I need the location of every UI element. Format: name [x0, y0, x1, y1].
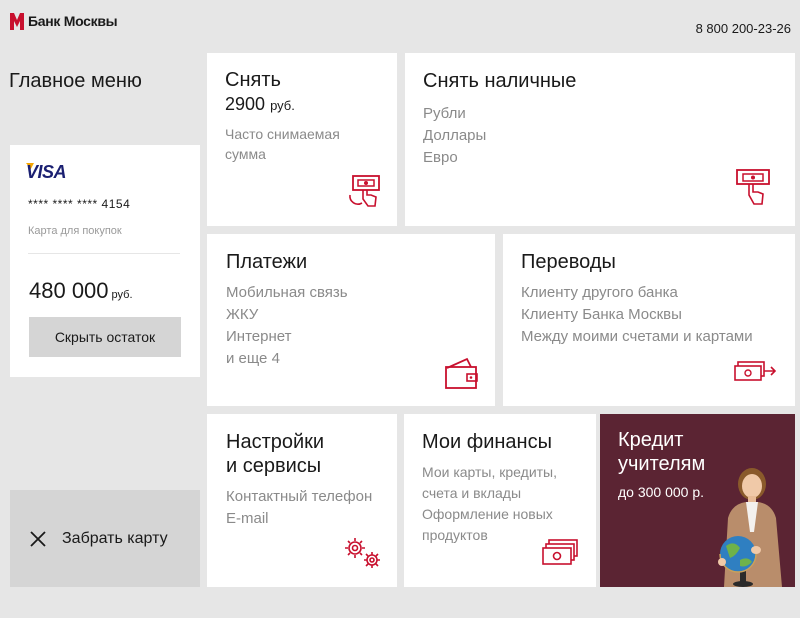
teacher-with-globe-image [718, 468, 782, 587]
payments-item: Мобильная связь [226, 284, 348, 301]
support-phone: 8 800 200-23-26 [695, 21, 791, 36]
my-finances-title: Мои финансы [422, 431, 552, 453]
bank-logo-text: Банк Москвы [28, 13, 118, 29]
quick-withdraw-currency: руб. [270, 98, 295, 113]
quick-withdraw-amount: 2900 руб. [225, 92, 295, 118]
transfers-tile[interactable]: Переводы Клиенту другого банка Клиенту Б… [503, 234, 795, 406]
settings-item: Контактный телефон [226, 488, 373, 505]
gears-icon [345, 538, 380, 568]
payments-item: Интернет [226, 328, 292, 345]
quick-withdraw-title: Снять [225, 69, 281, 91]
my-finances-item: продуктов [422, 527, 488, 543]
payments-item: и еще 4 [226, 350, 280, 367]
my-finances-tile[interactable]: Мои финансы Мои карты, кредиты, счета и … [404, 414, 596, 587]
settings-title: Настройки и сервисы [226, 430, 324, 478]
card-balance: 480 000 руб. [29, 278, 133, 304]
bank-logo: Банк Москвы [10, 12, 118, 30]
payments-list: Мобильная связь ЖКУ Интернет и еще 4 [226, 282, 348, 370]
wallet-icon [445, 357, 478, 389]
settings-tile[interactable]: Настройки и сервисы Контактный телефон E… [207, 414, 397, 587]
settings-item: E-mail [226, 510, 269, 527]
withdraw-cash-tile[interactable]: Снять наличные Рубли Доллары Евро [405, 53, 795, 226]
quick-withdraw-tile[interactable]: Снять 2900 руб. Часто снимаемая сумма [207, 53, 397, 226]
close-icon [30, 530, 46, 547]
visa-logo: VISA [26, 162, 67, 182]
card-type: Карта для покупок [28, 225, 122, 237]
card-number: **** **** **** 4154 [28, 197, 131, 211]
quick-withdraw-value: 2900 [225, 94, 266, 114]
page-title: Главное меню [9, 70, 142, 92]
hide-balance-button[interactable]: Скрыть остаток [29, 317, 181, 357]
settings-title-line: Настройки [226, 431, 325, 453]
withdraw-cash-list: Рубли Доллары Евро [423, 103, 486, 169]
money-transfer-icon [734, 361, 777, 381]
withdraw-cash-item: Рубли [423, 105, 466, 122]
transfers-list: Клиенту другого банка Клиенту Банка Моск… [521, 282, 753, 348]
withdraw-cash-item: Доллары [423, 127, 487, 144]
eject-card-button[interactable]: Забрать карту [10, 490, 200, 587]
transfers-title: Переводы [521, 251, 616, 273]
atm-cash-icon [349, 175, 380, 207]
balance-amount: 480 000 [29, 278, 109, 303]
my-finances-item: счета и вклады [422, 485, 522, 501]
quick-withdraw-sub-line: сумма [225, 146, 266, 162]
credit-promo-title: Кредит учителям [618, 428, 705, 476]
my-finances-item: Оформление новых [422, 506, 553, 522]
bank-logo-icon [10, 13, 24, 30]
settings-title-line: и сервисы [226, 455, 322, 477]
credit-promo-subtitle: до 300 000 р. [618, 484, 705, 500]
teacher-credit-promo-tile[interactable]: Кредит учителям до 300 000 р. [600, 414, 795, 587]
settings-list: Контактный телефон E-mail [226, 486, 372, 530]
withdraw-cash-item: Евро [423, 149, 458, 166]
eject-card-label: Забрать карту [62, 529, 168, 547]
quick-withdraw-subtitle: Часто снимаемая сумма [225, 124, 340, 164]
balance-currency: руб. [111, 289, 133, 301]
card-divider [28, 253, 180, 254]
my-finances-list: Мои карты, кредиты, счета и вклады Оформ… [422, 462, 557, 546]
payments-item: ЖКУ [226, 306, 259, 323]
transfers-item: Клиенту другого банка [521, 284, 678, 301]
credit-promo-title-line: Кредит [618, 429, 684, 451]
banknotes-icon [542, 539, 578, 565]
quick-withdraw-sub-line: Часто снимаемая [225, 126, 340, 142]
withdraw-cash-title: Снять наличные [423, 70, 577, 92]
my-finances-item: Мои карты, кредиты, [422, 464, 558, 480]
atm-withdraw-icon [736, 169, 770, 205]
card-panel: VISA **** **** **** 4154 Карта для покуп… [10, 145, 200, 377]
payments-title: Платежи [226, 251, 308, 273]
payments-tile[interactable]: Платежи Мобильная связь ЖКУ Интернет и е… [207, 234, 495, 406]
credit-promo-title-line: учителям [618, 453, 706, 475]
transfers-item: Клиенту Банка Москвы [521, 306, 682, 323]
transfers-item: Между моими счетами и картами [521, 328, 753, 345]
